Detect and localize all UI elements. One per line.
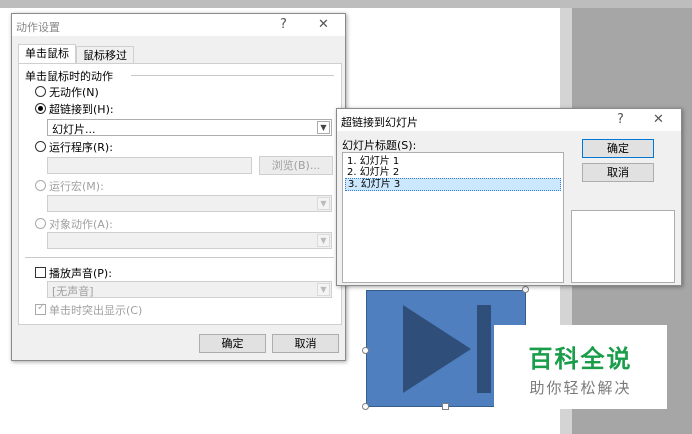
tab-mouse-click[interactable]: 单击鼠标 (18, 44, 76, 64)
close-icon[interactable]: ✕ (318, 17, 329, 32)
resize-handle-top-right[interactable] (522, 286, 529, 293)
macro-select[interactable]: ▼ (47, 195, 332, 212)
dialog-titlebar: 动作设置 ? ✕ (12, 14, 345, 36)
hyperlink-select[interactable]: 幻灯片... ▼ (47, 119, 332, 136)
dialog-title: 超链接到幻灯片 (341, 116, 418, 129)
resize-handle-left[interactable] (362, 347, 369, 354)
radio-hyperlink-label: 超链接到(H): (49, 103, 114, 116)
play-sound-label: 播放声音(P): (49, 267, 112, 280)
radio-run-macro-label: 运行宏(M): (49, 180, 104, 193)
dialog-title: 动作设置 (16, 21, 60, 34)
sound-select[interactable]: [无声音] ▼ (47, 281, 332, 298)
ok-button[interactable]: 确定 (582, 139, 654, 158)
help-icon[interactable]: ? (617, 112, 624, 127)
watermark-subtitle: 助你轻松解决 (529, 379, 632, 397)
hyperlink-select-value: 幻灯片... (52, 123, 96, 136)
slide-preview (571, 210, 675, 283)
hyperlink-to-slide-dialog: 超链接到幻灯片 ? ✕ 幻灯片标题(S): 1. 幻灯片 1 2. 幻灯片 2 … (336, 108, 682, 286)
object-action-select[interactable]: ▼ (47, 232, 332, 249)
window-top-strip (0, 0, 692, 8)
radio-object-action[interactable] (35, 218, 46, 229)
radio-no-action-label: 无动作(N) (49, 86, 99, 99)
chevron-down-icon[interactable]: ▼ (317, 283, 330, 296)
cancel-button[interactable]: 取消 (272, 334, 339, 353)
radio-no-action[interactable] (35, 86, 46, 97)
radio-run-program-label: 运行程序(R): (49, 141, 113, 154)
radio-hyperlink[interactable] (35, 103, 46, 114)
radio-run-macro[interactable] (35, 180, 46, 191)
chevron-down-icon[interactable]: ▼ (317, 197, 330, 210)
resize-handle-bottom[interactable] (442, 403, 449, 410)
tab-panel: 单击鼠标时的动作 无动作(N) 超链接到(H): 幻灯片... ▼ 运行程序(R… (18, 63, 342, 325)
action-settings-dialog: 动作设置 ? ✕ 单击鼠标 鼠标移过 单击鼠标时的动作 无动作(N) 超链接到(… (11, 13, 346, 361)
resize-handle-bottom-left[interactable] (362, 403, 369, 410)
watermark-logo: 百科全说 助你轻松解决 (494, 325, 667, 409)
highlight-checkbox[interactable]: ✓ (35, 302, 46, 315)
play-sound-checkbox[interactable] (35, 267, 46, 278)
browse-button[interactable]: 浏览(B)... (259, 156, 333, 175)
list-item[interactable]: 2. 幻灯片 2 (345, 167, 561, 178)
sound-select-value: [无声音] (52, 285, 94, 298)
dialog-titlebar: 超链接到幻灯片 ? ✕ (337, 109, 681, 131)
list-item[interactable]: 1. 幻灯片 1 (345, 156, 561, 167)
program-path-input[interactable] (47, 157, 252, 174)
group-separator (131, 75, 334, 76)
check-icon: ✓ (37, 302, 46, 313)
help-icon[interactable]: ? (280, 17, 287, 32)
chevron-down-icon[interactable]: ▼ (317, 121, 330, 134)
close-icon[interactable]: ✕ (653, 112, 664, 127)
watermark-title: 百科全说 (528, 345, 633, 373)
highlight-label: 单击时突出显示(C) (49, 304, 143, 317)
cancel-button[interactable]: 取消 (582, 163, 654, 182)
sound-separator (25, 257, 334, 258)
slide-title-list[interactable]: 1. 幻灯片 1 2. 幻灯片 2 3. 幻灯片 3 (342, 152, 564, 283)
slide-list-label: 幻灯片标题(S): (342, 139, 417, 152)
group-label: 单击鼠标时的动作 (25, 70, 113, 83)
list-item-selected[interactable]: 3. 幻灯片 3 (345, 178, 561, 191)
radio-run-program[interactable] (35, 141, 46, 152)
radio-object-action-label: 对象动作(A): (49, 218, 113, 231)
tab-mouse-over[interactable]: 鼠标移过 (76, 46, 134, 64)
ok-button[interactable]: 确定 (199, 334, 266, 353)
chevron-down-icon[interactable]: ▼ (317, 234, 330, 247)
